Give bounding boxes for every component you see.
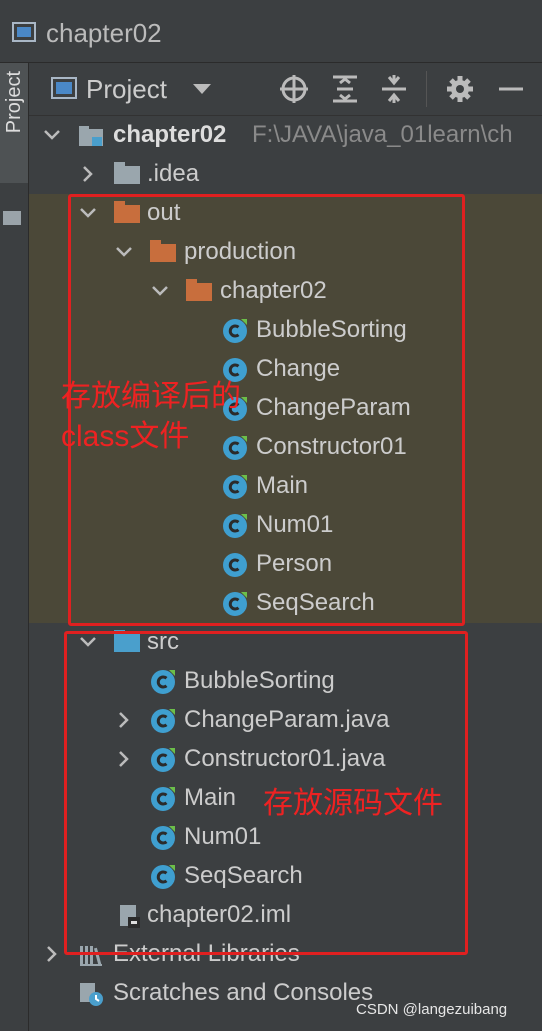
folder-icon[interactable] bbox=[3, 211, 21, 225]
src-annotation: 存放源码文件 bbox=[263, 787, 443, 820]
out-annotation-line1: 存放编译后的 bbox=[61, 380, 241, 413]
chevron-right-icon[interactable] bbox=[79, 164, 97, 184]
tree-item-label: Scratches and Consoles bbox=[113, 979, 374, 1006]
tree-row-root[interactable]: chapter02 F:\JAVA\java_01learn\ch bbox=[29, 116, 542, 155]
tree-root-path: F:\JAVA\java_01learn\ch bbox=[252, 121, 513, 148]
tree-item-label: .idea bbox=[147, 160, 200, 187]
toolbar-separator bbox=[426, 71, 427, 107]
project-tree: chapter02 F:\JAVA\java_01learn\ch .idea … bbox=[29, 116, 542, 1031]
project-toolbar: Project bbox=[29, 63, 542, 116]
minimize-icon[interactable] bbox=[495, 73, 527, 105]
tree-row-idea[interactable]: .idea bbox=[29, 155, 542, 194]
chevron-right-icon[interactable] bbox=[43, 944, 61, 964]
project-view-selector[interactable]: Project bbox=[86, 71, 167, 107]
window-title: chapter02 bbox=[46, 18, 162, 48]
folder-icon bbox=[114, 162, 140, 188]
watermark: CSDN @langezuibang bbox=[356, 1001, 508, 1018]
project-view-icon[interactable] bbox=[51, 77, 77, 99]
crosshair-icon[interactable] bbox=[278, 73, 310, 105]
project-window-icon bbox=[12, 22, 36, 42]
project-tool-tab-label: Project bbox=[3, 71, 25, 134]
tool-window-strip: Project bbox=[0, 63, 29, 1031]
chevron-down-icon[interactable] bbox=[43, 125, 61, 145]
window-title-bar: chapter02 bbox=[0, 0, 542, 63]
project-panel: Project chapter02 F:\JAVA\java_01learn\c… bbox=[29, 63, 542, 1031]
gear-icon[interactable] bbox=[444, 73, 476, 105]
chevron-down-icon[interactable] bbox=[191, 82, 213, 96]
scratches-icon bbox=[80, 983, 103, 1006]
out-annotation-line2: class文件 bbox=[61, 420, 190, 453]
module-folder-icon bbox=[79, 126, 103, 146]
expand-all-icon[interactable] bbox=[329, 73, 361, 105]
tree-root-label: chapter02 bbox=[113, 121, 227, 148]
project-tool-tab[interactable]: Project bbox=[0, 63, 28, 183]
collapse-all-icon[interactable] bbox=[378, 73, 410, 105]
